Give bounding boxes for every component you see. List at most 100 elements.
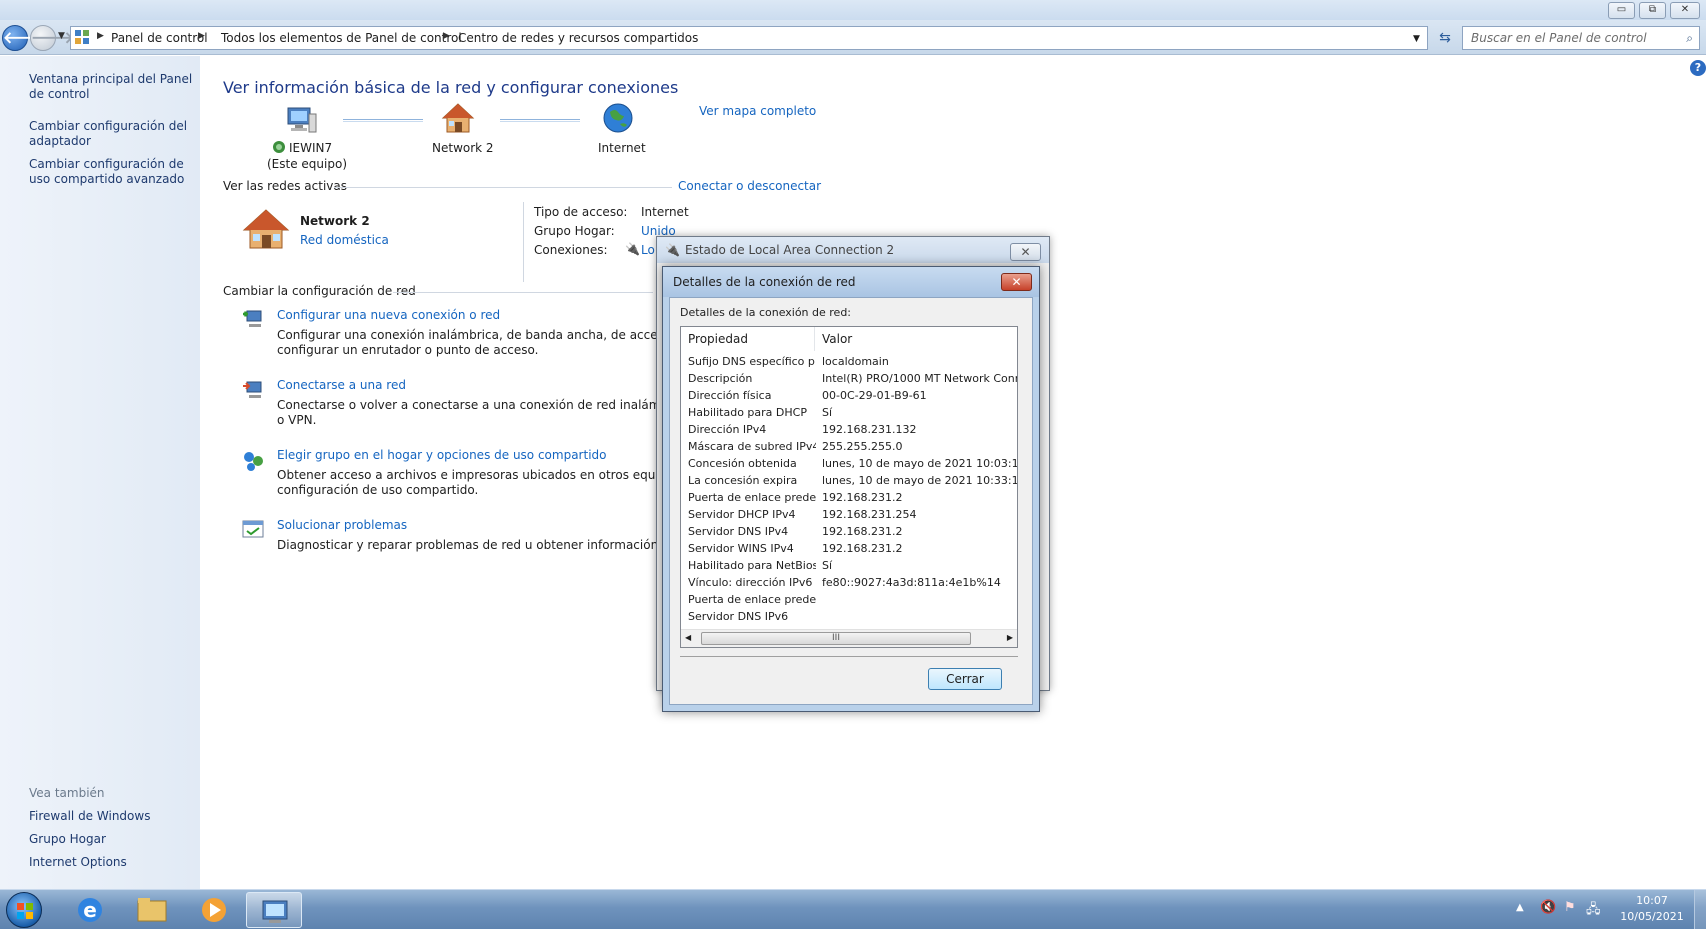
table-row[interactable]: La concesión expira lunes, 10 de mayo de … [681, 474, 1017, 491]
task-connect-link[interactable]: Conectarse a una red [277, 378, 406, 392]
explorer-folder-icon[interactable] [124, 892, 180, 928]
row-property: Concesión obtenida [688, 457, 797, 470]
divider [393, 292, 653, 293]
details-section-label: Detalles de la conexión de red: [680, 306, 852, 319]
recent-pages-chevron-icon[interactable]: ▼ [58, 31, 65, 41]
internet-explorer-icon[interactable]: e [62, 892, 118, 928]
breadcrumb-panel-de-control[interactable]: Panel de control [111, 31, 208, 45]
horizontal-scrollbar[interactable]: ◀ III ▶ [681, 629, 1017, 647]
task-homegroup-link[interactable]: Elegir grupo en el hogar y opciones de u… [277, 448, 607, 462]
sidebar-item-firewall[interactable]: Firewall de Windows [29, 809, 194, 824]
row-property: Servidor WINS IPv4 [688, 542, 794, 555]
network-type-link[interactable]: Red doméstica [300, 233, 389, 247]
table-row[interactable]: Puerta de enlace predet... [681, 593, 1017, 610]
view-full-map-link[interactable]: Ver mapa completo [699, 104, 816, 118]
details-dialog-close-icon[interactable]: ✕ [1001, 273, 1032, 291]
row-value: lunes, 10 de mayo de 2021 10:03:13 [822, 457, 1017, 470]
breadcrumb-todos-los-elementos[interactable]: Todos los elementos de Panel de control [221, 31, 462, 45]
row-property: Servidor DHCP IPv4 [688, 508, 796, 521]
row-value: 192.168.231.254 [822, 508, 917, 521]
row-property: Descripción [688, 372, 753, 385]
sidebar-item-cambiar-adaptador[interactable]: Cambiar configuración del adaptador [29, 119, 194, 149]
table-row[interactable]: Puerta de enlace predet... 192.168.231.2 [681, 491, 1017, 508]
svg-text:e: e [83, 898, 97, 922]
connection-link[interactable]: Lo [641, 243, 655, 257]
change-settings-label: Cambiar la configuración de red [223, 284, 416, 298]
table-row[interactable]: Máscara de subred IPv4 255.255.255.0 [681, 440, 1017, 457]
taskbar: e ▲ 🔇 ⚑ 🖧 10:07 10/05/2021 [0, 889, 1706, 929]
breadcrumb-arrow-icon[interactable]: ▶ [198, 31, 205, 41]
table-row[interactable]: Vínculo: dirección IPv6 l... fe80::9027:4… [681, 576, 1017, 593]
sidebar-item-uso-compartido[interactable]: Cambiar configuración de uso compartido … [29, 157, 194, 187]
table-row[interactable]: Concesión obtenida lunes, 10 de mayo de 2… [681, 457, 1017, 474]
table-row[interactable]: Servidor DNS IPv6 [681, 610, 1017, 627]
show-desktop-button[interactable] [1694, 890, 1706, 929]
breadcrumb-arrow-icon[interactable]: ▶ [443, 31, 450, 41]
forward-button[interactable]: 🡒 [30, 25, 74, 51]
search-icon[interactable]: ⌕ [1686, 27, 1693, 49]
connect-disconnect-link[interactable]: Conectar o desconectar [678, 179, 821, 193]
action-center-icon[interactable]: ⚑ [1564, 900, 1576, 915]
column-header-value[interactable]: Valor [815, 327, 1017, 351]
breadcrumb-arrow-icon[interactable]: ▶ [97, 31, 104, 41]
scroll-right-icon[interactable]: ▶ [1007, 633, 1013, 642]
minimize-button[interactable]: ▭ [1608, 2, 1635, 19]
scroll-left-icon[interactable]: ◀ [685, 633, 691, 642]
table-row[interactable]: Sufijo DNS específico p... localdomain [681, 355, 1017, 372]
sidebar: Ventana principal del Panel de control C… [0, 56, 200, 889]
network-node-name: Network 2 [432, 141, 494, 155]
clock-time[interactable]: 10:07 [1622, 894, 1682, 907]
back-button[interactable]: 🡐 [2, 25, 46, 51]
table-row[interactable]: Habilitado para NetBios ... Sí [681, 559, 1017, 576]
help-icon[interactable]: ? [1690, 60, 1706, 76]
address-bar[interactable]: ▶ Panel de control ▶ Todos los elementos… [70, 26, 1428, 50]
task-troubleshoot-link[interactable]: Solucionar problemas [277, 518, 407, 532]
divider [523, 202, 524, 282]
table-row[interactable]: Dirección IPv4 192.168.231.132 [681, 423, 1017, 440]
refresh-icon[interactable]: ⇆ [1434, 27, 1456, 49]
row-property: Máscara de subred IPv4 [688, 440, 816, 453]
show-hidden-icons-icon[interactable]: ▲ [1516, 902, 1524, 913]
clock-date[interactable]: 10/05/2021 [1614, 910, 1690, 923]
breadcrumb-centro-de-redes[interactable]: Centro de redes y recursos compartidos [458, 31, 698, 45]
column-header-property[interactable]: Propiedad [681, 327, 815, 351]
address-dropdown-icon[interactable]: ▼ [1413, 34, 1420, 44]
table-row[interactable]: Descripción Intel(R) PRO/1000 MT Network … [681, 372, 1017, 389]
table-row[interactable]: Servidor WINS IPv4 192.168.231.2 [681, 542, 1017, 559]
task-new-connection-desc2: configurar un enrutador o punto de acces… [277, 343, 539, 357]
sidebar-item-internet-options[interactable]: Internet Options [29, 855, 194, 870]
table-row[interactable]: Habilitado para DHCP Sí [681, 406, 1017, 423]
network-tray-icon[interactable]: 🖧 [1586, 900, 1601, 922]
row-property: Servidor DNS IPv4 [688, 525, 789, 538]
maximize-button[interactable]: ⧉ [1639, 2, 1666, 19]
row-value: fe80::9027:4a3d:811a:4e1b%14 [822, 576, 1001, 589]
ethernet-plug-icon: 🔌 [625, 242, 640, 256]
status-dialog-close-icon[interactable]: ✕ [1010, 243, 1041, 261]
divider [680, 656, 1018, 657]
media-player-icon[interactable] [186, 892, 242, 928]
sidebar-item-grupo-hogar[interactable]: Grupo Hogar [29, 832, 194, 847]
control-panel-taskbar-icon[interactable] [246, 892, 302, 928]
search-input[interactable]: Buscar en el Panel de control ⌕ [1462, 26, 1700, 50]
globe-icon [602, 102, 634, 137]
pc-name: IEWIN7 [289, 141, 333, 155]
table-row[interactable]: Dirección física 00-0C-29-01-B9-61 [681, 389, 1017, 406]
row-value: Intel(R) PRO/1000 MT Network Connecti [822, 372, 1017, 385]
table-row[interactable]: Servidor DNS IPv4 192.168.231.2 [681, 525, 1017, 542]
home-network-icon [441, 102, 475, 137]
scrollbar-thumb[interactable]: III [701, 632, 971, 645]
task-new-connection-desc: Configurar una conexión inalámbrica, de … [277, 328, 710, 342]
task-troubleshoot-desc: Diagnosticar y reparar problemas de red … [277, 538, 712, 552]
task-new-connection-link[interactable]: Configurar una nueva conexión o red [277, 308, 500, 322]
row-value: localdomain [822, 355, 889, 368]
row-property: La concesión expira [688, 474, 798, 487]
details-list[interactable]: Propiedad Valor Sufijo DNS específico p.… [680, 326, 1018, 648]
table-row[interactable]: Servidor DHCP IPv4 192.168.231.254 [681, 508, 1017, 525]
row-property: Sufijo DNS específico p... [688, 355, 816, 368]
start-button[interactable] [6, 892, 42, 928]
sidebar-item-ventana-principal[interactable]: Ventana principal del Panel de control [29, 72, 194, 102]
row-value: 192.168.231.2 [822, 525, 903, 538]
volume-muted-icon[interactable]: 🔇 [1540, 900, 1556, 915]
close-button[interactable]: Cerrar [928, 668, 1002, 690]
close-window-button[interactable]: ✕ [1670, 2, 1700, 19]
